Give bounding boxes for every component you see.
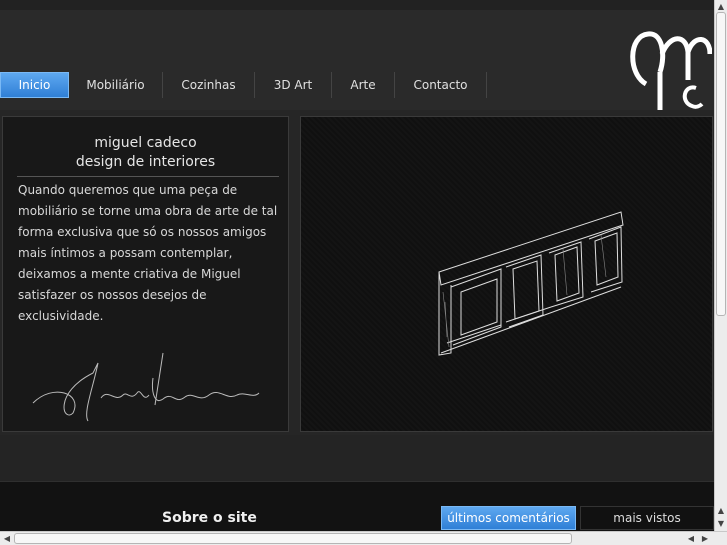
vertical-scrollbar[interactable]: ▲ ▲ ▼: [714, 0, 727, 531]
nav-item-inicio[interactable]: Inicio: [0, 72, 69, 98]
nav-item-contacto[interactable]: Contacto: [395, 72, 487, 98]
scroll-left-arrow-icon[interactable]: ◀: [685, 532, 697, 544]
divider: [17, 176, 279, 177]
logo-mc-icon[interactable]: [626, 24, 712, 114]
horizontal-scroll-thumb[interactable]: [14, 533, 572, 544]
footer-area: Sobre o site últimos comentários mais vi…: [0, 481, 714, 532]
intro-panel: miguel cadeco design de interiores Quand…: [2, 116, 289, 432]
scroll-up-arrow-icon[interactable]: ▲: [715, 0, 727, 12]
intro-title-line2: design de interiores: [75, 154, 216, 170]
scroll-down-arrow-icon[interactable]: ▼: [715, 517, 727, 529]
furniture-sketch-image: [438, 211, 624, 356]
intro-text: Quando queremos que uma peça de mobiliár…: [18, 183, 278, 323]
tab-most-viewed[interactable]: mais vistos: [580, 506, 714, 530]
nav-item-cozinhas[interactable]: Cozinhas: [163, 72, 255, 98]
signature-image: [32, 352, 260, 422]
content-area: miguel cadeco design de interiores Quand…: [0, 110, 714, 435]
nav-item-3d-art[interactable]: 3D Art: [255, 72, 332, 98]
main-nav: Inicio Mobiliário Cozinhas 3D Art Arte C…: [0, 72, 487, 98]
scroll-right-arrow-icon[interactable]: ▶: [699, 532, 711, 544]
tab-latest-comments[interactable]: últimos comentários: [441, 506, 576, 530]
scroll-left-arrow-icon[interactable]: ◀: [1, 532, 13, 544]
scroll-up-arrow-icon[interactable]: ▲: [715, 504, 727, 516]
vertical-scroll-thumb[interactable]: [716, 12, 726, 316]
nav-item-arte[interactable]: Arte: [332, 72, 395, 98]
horizontal-scrollbar[interactable]: ◀ ◀ ▶: [0, 531, 727, 545]
spacer-band: [0, 435, 714, 481]
featured-image-panel[interactable]: [300, 116, 713, 432]
intro-title-line1: miguel cadeco: [94, 135, 197, 151]
nav-item-mobiliario[interactable]: Mobiliário: [69, 72, 163, 98]
about-heading: Sobre o site: [162, 510, 257, 526]
